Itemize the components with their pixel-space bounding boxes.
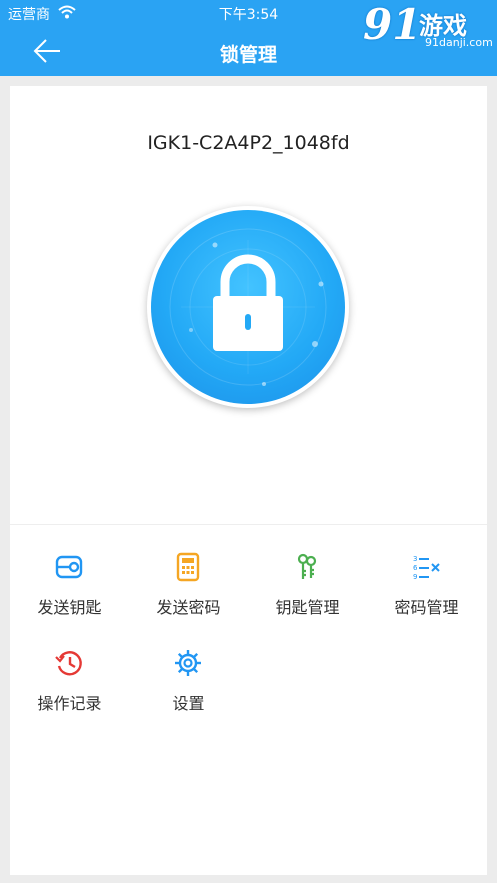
send-password-label: 发送密码 xyxy=(156,598,221,617)
send-password-button[interactable]: 发送密码 xyxy=(129,552,248,632)
svg-text:3: 3 xyxy=(413,555,417,563)
keys-icon xyxy=(297,553,317,579)
settings-label: 设置 xyxy=(172,694,205,713)
device-name: IGK1-C2A4P2_1048fd xyxy=(147,132,350,154)
send-key-label: 发送钥匙 xyxy=(37,598,102,617)
operation-records-label: 操作记录 xyxy=(37,694,102,713)
calculator-icon xyxy=(176,552,200,582)
password-management-label: 密码管理 xyxy=(394,598,459,617)
lock-icon xyxy=(169,228,327,386)
gear-icon xyxy=(175,650,201,676)
svg-text:6: 6 xyxy=(413,564,418,572)
header-bar: 运营商 下午3:54 锁管理 91 游戏 91danji.com xyxy=(0,0,497,76)
send-key-button[interactable]: 发送钥匙 xyxy=(10,552,129,632)
key-card-icon xyxy=(55,555,83,579)
lock-card: IGK1-C2A4P2_1048fd 发送钥匙 发送密码 钥匙管理 3 6 9 … xyxy=(10,86,487,875)
svg-text:9: 9 xyxy=(413,573,417,581)
section-divider xyxy=(10,524,487,525)
password-list-icon: 3 6 9 xyxy=(413,555,440,581)
unlock-button[interactable] xyxy=(147,206,349,408)
lock-circle xyxy=(151,210,345,404)
history-icon xyxy=(55,651,82,676)
logo-number: 91 xyxy=(363,0,422,49)
password-management-button[interactable]: 3 6 9 密码管理 xyxy=(367,552,486,632)
logo-url: 91danji.com xyxy=(425,36,493,49)
key-management-button[interactable]: 钥匙管理 xyxy=(248,552,367,632)
operation-records-button[interactable]: 操作记录 xyxy=(10,648,129,728)
watermark-logo: 91 游戏 91danji.com xyxy=(363,0,493,52)
settings-button[interactable]: 设置 xyxy=(129,648,248,728)
key-management-label: 钥匙管理 xyxy=(275,598,340,617)
